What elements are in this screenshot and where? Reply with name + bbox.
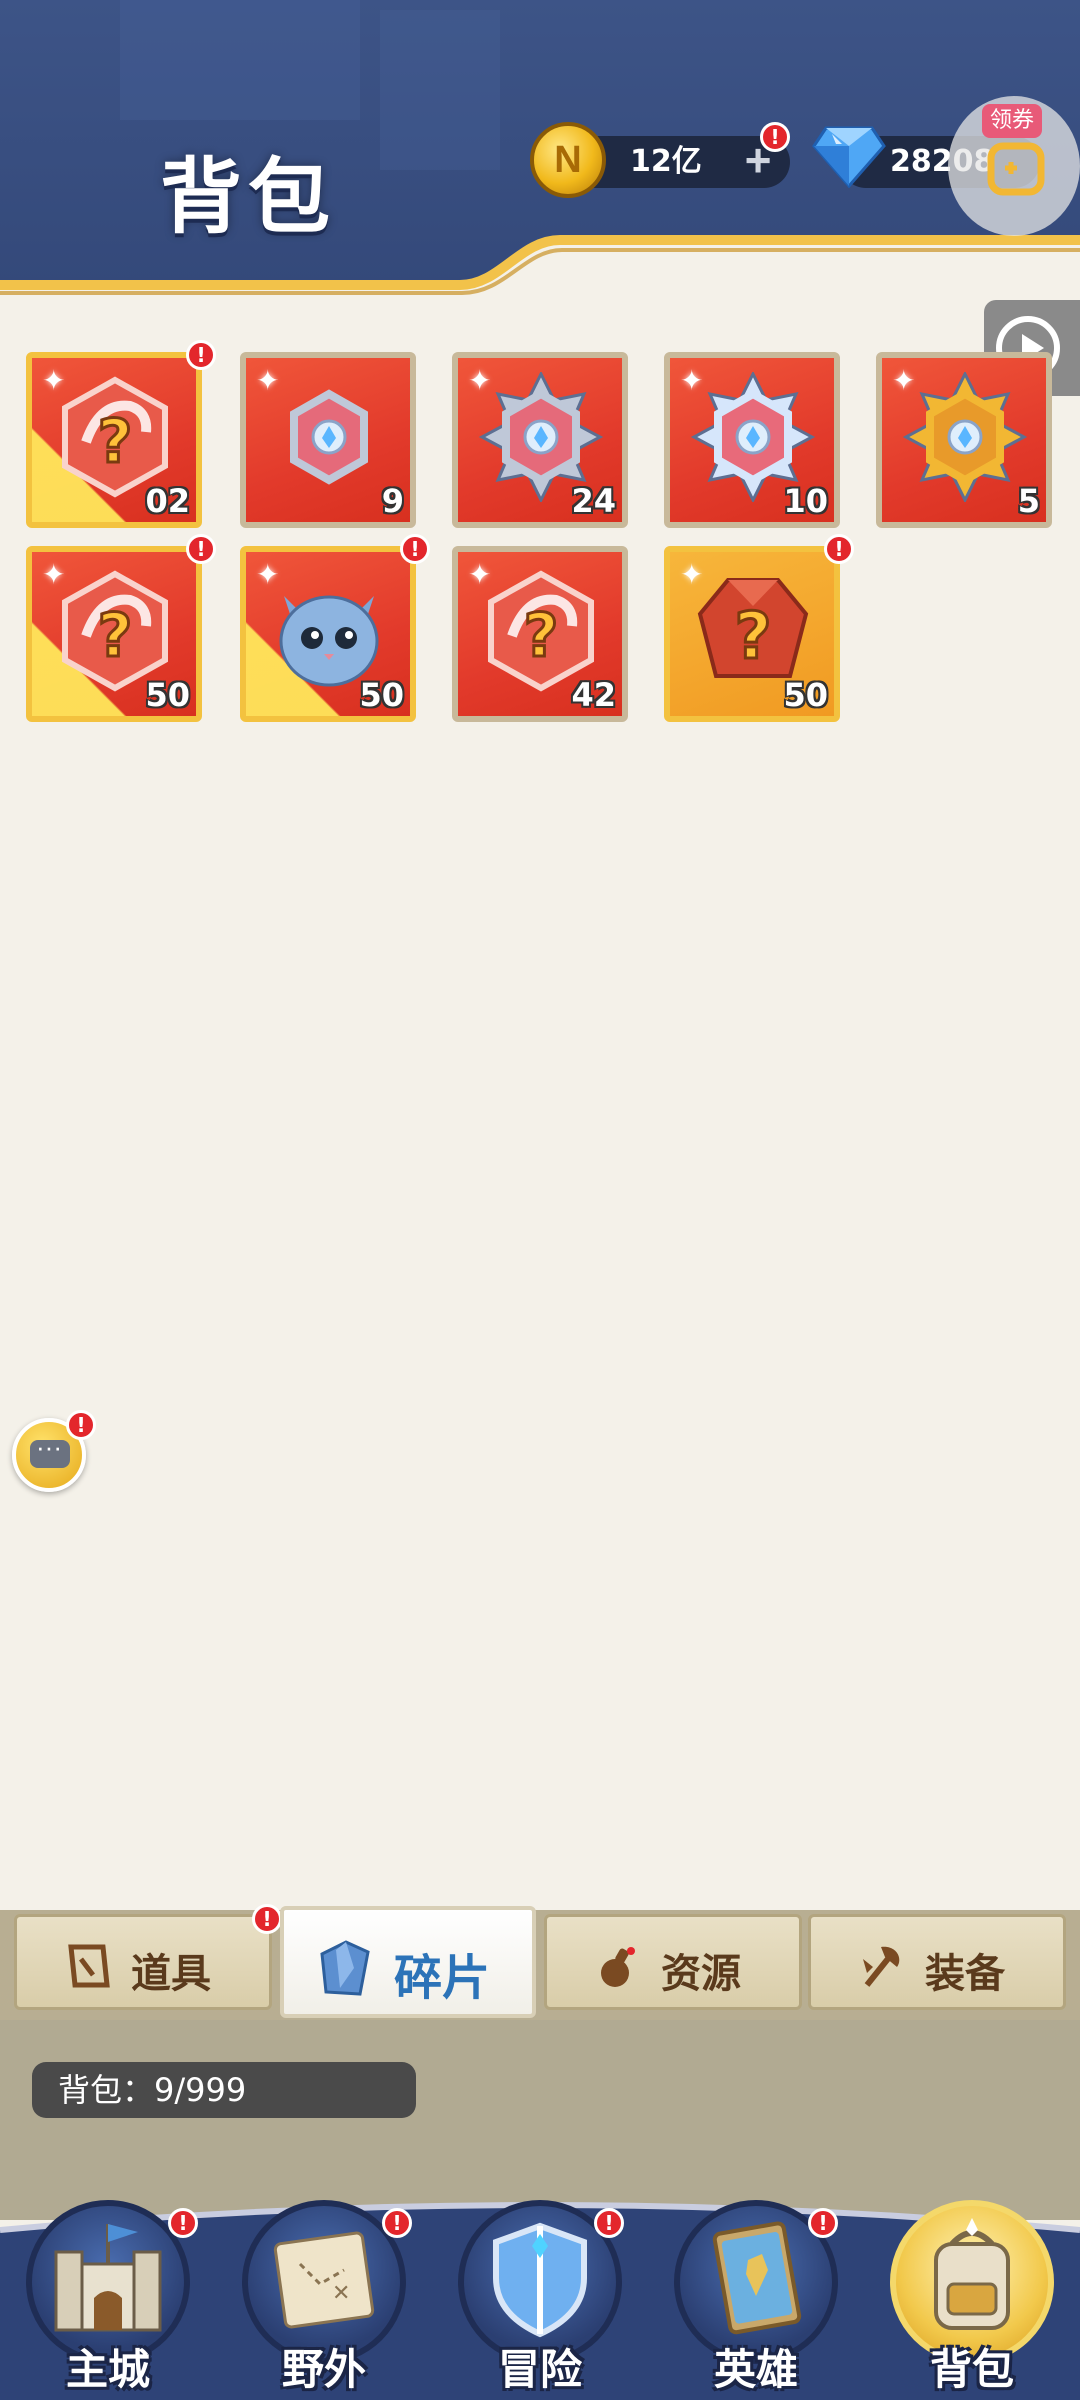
sparkle-icon: ✦ — [468, 365, 492, 396]
fragment-item[interactable]: ✦ 10 — [664, 352, 840, 528]
item-quantity: 50 — [359, 676, 404, 714]
nav-label: 英雄 — [713, 2345, 798, 2394]
svg-text:?: ? — [98, 601, 133, 671]
sparkle-icon: ✦ — [680, 559, 704, 590]
item-quantity: 24 — [571, 482, 616, 520]
shield-icon — [493, 2222, 587, 2338]
nav-label: 背包 — [929, 2345, 1014, 2394]
nav-wilderness[interactable]: ✕ 野外 — [216, 2170, 432, 2400]
nav-label: 冒险 — [497, 2345, 582, 2394]
nav-heroes-alert: ! — [808, 2208, 838, 2238]
item-quantity: 42 — [571, 676, 616, 714]
tab-items-alert-badge: ! — [252, 1904, 282, 1934]
sparkle-icon: ✦ — [892, 365, 916, 396]
item-quantity: 50 — [145, 676, 190, 714]
coupon-label: 领券 — [982, 104, 1043, 138]
backpack-icon — [934, 2218, 1010, 2330]
sparkle-icon: ✦ — [256, 365, 280, 396]
svg-text:?: ? — [98, 407, 133, 477]
bag-capacity: 背包：9/999 — [32, 2062, 416, 2118]
gold-alert-badge: ! — [760, 122, 790, 152]
item-alert-badge: ! — [186, 340, 216, 370]
item-tag-icon — [68, 1944, 110, 1988]
item-alert-badge: ! — [824, 534, 854, 564]
sparkle-icon: ✦ — [256, 559, 280, 590]
fragment-item[interactable]: ? ✦ 02 — [26, 352, 202, 528]
nav-main-city-alert: ! — [168, 2208, 198, 2238]
item-quantity: 5 — [1017, 482, 1040, 520]
nav-adventure[interactable]: 冒险 — [432, 2170, 648, 2400]
tab-items[interactable]: 道具 — [14, 1914, 272, 2010]
gold-amount: 12亿 — [630, 144, 702, 179]
svg-text:?: ? — [734, 600, 771, 674]
tab-fragments[interactable]: 碎片 — [280, 1906, 536, 2018]
nav-label: 野外 — [281, 2345, 366, 2394]
gold-coin-icon — [530, 122, 606, 198]
tab-resources[interactable]: 资源 — [544, 1914, 802, 2010]
item-quantity: 9 — [381, 482, 404, 520]
tab-label: 装备 — [925, 1951, 1005, 1997]
item-alert-badge: ! — [186, 534, 216, 564]
castle-icon — [54, 2224, 162, 2332]
sparkle-icon: ✦ — [680, 365, 704, 396]
fragment-item[interactable]: ✦ 9 — [240, 352, 416, 528]
nav-main-city[interactable]: 主城 — [0, 2170, 216, 2400]
gamepad-coupon-icon — [987, 142, 1045, 196]
fragment-item[interactable]: ? ✦ 42 — [452, 546, 628, 722]
bottom-navigation: 主城 ! ✕ 野外 ! 冒险 ! 英雄 ! 背包 — [0, 2170, 1080, 2400]
nav-adventure-alert: ! — [594, 2208, 624, 2238]
fragment-item[interactable]: ✦ 50 — [240, 546, 416, 722]
nav-label: 主城 — [65, 2345, 150, 2394]
item-quantity: 50 — [783, 676, 828, 714]
chat-bubble-icon — [30, 1432, 70, 1468]
fragment-item[interactable]: ? ✦ 50 — [664, 546, 840, 722]
tab-label: 资源 — [661, 1951, 741, 1997]
emblem-hexagon-icon — [290, 389, 368, 485]
tab-equipment[interactable]: 装备 — [808, 1914, 1066, 2010]
map-scroll-icon: ✕ — [273, 2231, 375, 2329]
item-quantity: 02 — [145, 482, 190, 520]
nav-wilderness-alert: ! — [382, 2208, 412, 2238]
potion-icon — [601, 1947, 635, 1987]
chat-alert-badge: ! — [66, 1410, 96, 1440]
sparkle-icon: ✦ — [42, 559, 66, 590]
fragment-item[interactable]: ✦ 5 — [876, 352, 1052, 528]
item-alert-badge: ! — [400, 534, 430, 564]
svg-text:✕: ✕ — [332, 2281, 350, 2306]
hero-card-icon — [712, 2221, 802, 2335]
emblem-gold-icon — [902, 372, 1028, 502]
fragment-icon — [320, 1940, 370, 1996]
top-header: 背包 12亿 + ! 28208 领券 — [0, 0, 1080, 300]
page-title: 背包 — [160, 150, 337, 245]
nav-heroes[interactable]: 英雄 — [648, 2170, 864, 2400]
tab-label: 道具 — [131, 1951, 211, 1997]
nav-backpack[interactable]: 背包 — [864, 2170, 1080, 2400]
sparkle-icon: ✦ — [468, 559, 492, 590]
sparkle-icon: ✦ — [42, 365, 66, 396]
axe-icon — [863, 1946, 900, 1987]
svg-text:?: ? — [524, 601, 559, 671]
fragment-item[interactable]: ✦ 24 — [452, 352, 628, 528]
fragment-item[interactable]: ? ✦ 50 — [26, 546, 202, 722]
item-quantity: 10 — [783, 482, 828, 520]
tab-label: 碎片 — [394, 1950, 491, 2006]
diamond-icon — [812, 126, 886, 188]
